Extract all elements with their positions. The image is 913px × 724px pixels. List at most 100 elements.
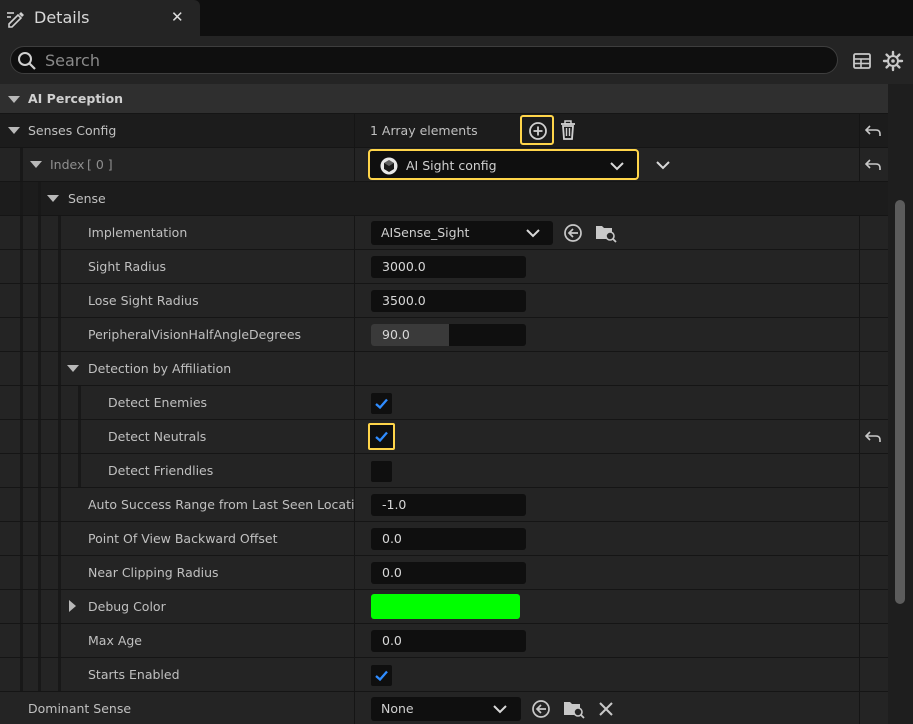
dominant-sense-label: Dominant Sense bbox=[28, 701, 132, 716]
near-clipping-field[interactable]: 0.0 bbox=[371, 562, 526, 584]
max-age-label: Max Age bbox=[88, 633, 142, 648]
row-implementation: Implementation AISense_Sight bbox=[0, 216, 888, 250]
implementation-label: Implementation bbox=[88, 225, 188, 240]
pov-offset-value: 0.0 bbox=[382, 531, 402, 546]
row-peripheral-vision: PeripheralVisionHalfAngleDegrees 90.0 bbox=[0, 318, 888, 352]
tab-title: Details bbox=[34, 8, 90, 27]
lose-sight-radius-label: Lose Sight Radius bbox=[88, 293, 199, 308]
detection-label: Detection by Affiliation bbox=[88, 361, 232, 376]
use-selected-icon[interactable] bbox=[563, 223, 583, 243]
row-max-age: Max Age 0.0 bbox=[0, 624, 888, 658]
checkmark-icon bbox=[375, 431, 388, 442]
lose-sight-radius-value: 3500.0 bbox=[382, 293, 426, 308]
table-view-icon[interactable] bbox=[851, 50, 873, 72]
row-lose-sight-radius: Lose Sight Radius 3500.0 bbox=[0, 284, 888, 318]
details-panel: AI Perception Senses Config 1 Array elem… bbox=[0, 84, 888, 724]
detect-enemies-label: Detect Enemies bbox=[108, 395, 208, 410]
row-detect-neutrals: Detect Neutrals bbox=[0, 420, 888, 454]
starts-enabled-label: Starts Enabled bbox=[88, 667, 180, 682]
sense-config-value: AI Sight config bbox=[406, 158, 497, 173]
details-tab[interactable]: Details ✕ bbox=[0, 0, 200, 36]
near-clipping-label: Near Clipping Radius bbox=[88, 565, 219, 580]
browse-folder-icon[interactable] bbox=[563, 699, 585, 719]
auto-success-label: Auto Success Range from Last Seen Locati… bbox=[88, 497, 371, 512]
peripheral-vision-label: PeripheralVisionHalfAngleDegrees bbox=[88, 327, 302, 342]
clear-x-icon[interactable] bbox=[598, 701, 614, 717]
starts-enabled-checkbox[interactable] bbox=[371, 665, 392, 686]
sight-radius-field[interactable]: 3000.0 bbox=[371, 256, 526, 278]
index-number: [ 0 ] bbox=[87, 157, 113, 172]
expand-arrow-icon[interactable] bbox=[69, 600, 76, 612]
category-ai-perception[interactable]: AI Perception bbox=[0, 84, 888, 114]
expand-arrow-icon[interactable] bbox=[47, 195, 59, 202]
expand-arrow-icon[interactable] bbox=[30, 161, 42, 168]
expand-arrow-icon[interactable] bbox=[67, 365, 79, 372]
dominant-sense-dropdown[interactable]: None bbox=[371, 697, 521, 721]
row-near-clipping-radius: Near Clipping Radius 0.0 bbox=[0, 556, 888, 590]
toolbar bbox=[0, 36, 913, 84]
row-dominant-sense: Dominant Sense None bbox=[0, 692, 888, 724]
row-sense: Sense bbox=[0, 182, 888, 216]
debug-color-label: Debug Color bbox=[88, 599, 166, 614]
peripheral-vision-value: 90.0 bbox=[382, 327, 410, 342]
pov-offset-label: Point Of View Backward Offset bbox=[88, 531, 278, 546]
auto-success-value: -1.0 bbox=[382, 497, 407, 512]
chevron-down-icon bbox=[493, 705, 507, 714]
chevron-down-icon bbox=[610, 162, 624, 171]
search-icon bbox=[18, 52, 36, 70]
search-box[interactable] bbox=[10, 46, 838, 74]
trash-icon[interactable] bbox=[559, 120, 577, 141]
reset-arrow-icon[interactable] bbox=[865, 430, 881, 444]
detect-enemies-checkbox[interactable] bbox=[371, 393, 392, 414]
detect-friendlies-checkbox[interactable] bbox=[371, 461, 392, 482]
pencil-icon bbox=[7, 12, 24, 28]
row-starts-enabled: Starts Enabled bbox=[0, 658, 888, 692]
array-count: 1 Array elements bbox=[370, 123, 478, 138]
near-clipping-value: 0.0 bbox=[382, 565, 402, 580]
implementation-dropdown[interactable]: AISense_Sight bbox=[371, 221, 553, 245]
plus-circle-icon bbox=[529, 122, 547, 140]
row-pov-backward-offset: Point Of View Backward Offset 0.0 bbox=[0, 522, 888, 556]
detect-neutrals-checkbox[interactable] bbox=[368, 423, 395, 450]
search-input[interactable] bbox=[45, 50, 825, 70]
row-sight-radius: Sight Radius 3000.0 bbox=[0, 250, 888, 284]
sight-radius-label: Sight Radius bbox=[88, 259, 167, 274]
reset-arrow-icon[interactable] bbox=[865, 158, 881, 172]
sight-radius-value: 3000.0 bbox=[382, 259, 426, 274]
sense-label: Sense bbox=[68, 191, 106, 206]
tab-bar: Details ✕ bbox=[0, 0, 913, 36]
expand-arrow-icon[interactable] bbox=[8, 96, 20, 103]
expand-arrow-icon[interactable] bbox=[8, 127, 20, 134]
reset-arrow-icon[interactable] bbox=[865, 124, 881, 138]
row-debug-color: Debug Color bbox=[0, 590, 888, 624]
pov-offset-field[interactable]: 0.0 bbox=[371, 528, 526, 550]
detect-friendlies-label: Detect Friendlies bbox=[108, 463, 214, 478]
use-selected-icon[interactable] bbox=[531, 699, 551, 719]
index-label: Index bbox=[50, 157, 85, 172]
detect-neutrals-label: Detect Neutrals bbox=[108, 429, 207, 444]
max-age-value: 0.0 bbox=[382, 633, 402, 648]
sense-config-dropdown[interactable]: AI Sight config bbox=[368, 149, 639, 180]
close-icon[interactable]: ✕ bbox=[171, 8, 184, 26]
dominant-sense-value: None bbox=[381, 701, 414, 716]
row-index-0: Index [ 0 ] AI Sight config bbox=[0, 148, 888, 182]
row-auto-success-range: Auto Success Range from Last Seen Locati… bbox=[0, 488, 888, 522]
browse-folder-icon[interactable] bbox=[595, 223, 617, 243]
row-detect-enemies: Detect Enemies bbox=[0, 386, 888, 420]
lose-sight-radius-field[interactable]: 3500.0 bbox=[371, 290, 526, 312]
senses-config-label: Senses Config bbox=[28, 123, 117, 138]
debug-color-swatch[interactable] bbox=[371, 594, 520, 619]
row-senses-config: Senses Config 1 Array elements bbox=[0, 114, 888, 148]
max-age-field[interactable]: 0.0 bbox=[371, 630, 526, 652]
add-element-button[interactable] bbox=[520, 115, 554, 145]
chevron-down-icon[interactable] bbox=[656, 161, 670, 170]
implementation-value: AISense_Sight bbox=[381, 225, 470, 240]
auto-success-field[interactable]: -1.0 bbox=[371, 494, 526, 516]
category-title: AI Perception bbox=[28, 91, 124, 106]
peripheral-vision-slider[interactable]: 90.0 bbox=[371, 324, 526, 346]
scrollbar-thumb[interactable] bbox=[895, 200, 905, 604]
gear-icon[interactable] bbox=[882, 50, 904, 72]
row-detect-friendlies: Detect Friendlies bbox=[0, 454, 888, 488]
vertical-scrollbar[interactable] bbox=[888, 84, 913, 724]
sense-config-icon bbox=[380, 157, 398, 175]
